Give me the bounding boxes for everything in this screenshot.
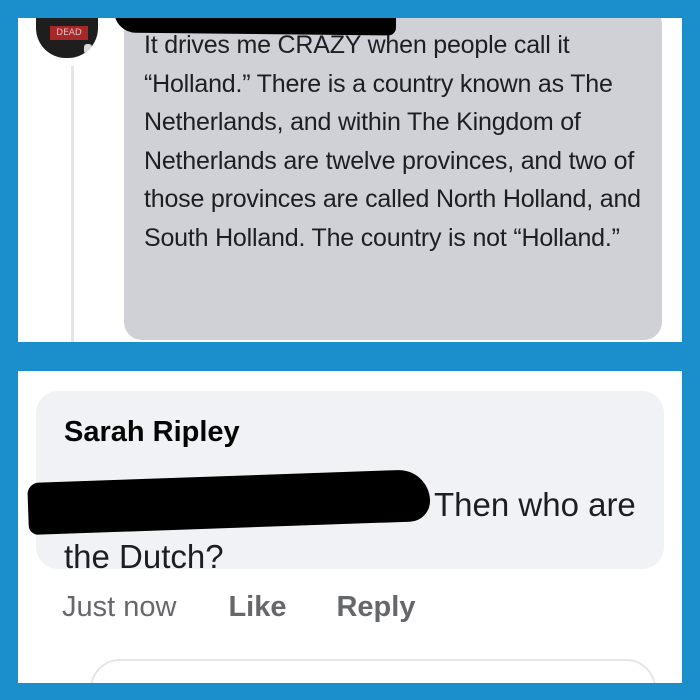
reply-bubble: Sarah Ripley Then who are the Dutch?: [27, 391, 664, 575]
reply-author-name[interactable]: Sarah Ripley: [64, 413, 640, 451]
like-button[interactable]: Like: [228, 591, 286, 624]
redaction-mark: [113, 18, 397, 36]
reply-button[interactable]: Reply: [336, 591, 415, 624]
comment-composer-input[interactable]: [90, 659, 656, 683]
top-comment-panel: DEAD It drives me CRAZY when people call…: [18, 18, 682, 342]
avatar-label: DEAD: [50, 26, 88, 40]
thread-line: [71, 66, 74, 342]
reply-actions: Just now Like Reply: [62, 585, 465, 629]
comment-bubble: It drives me CRAZY when people call it “…: [124, 18, 662, 340]
avatar-figure-icon: [84, 44, 92, 54]
reply-timestamp[interactable]: Just now: [62, 591, 176, 624]
reply-panel: Sarah Ripley Then who are the Dutch? Jus…: [18, 371, 682, 683]
reply-text: Then who are the Dutch?: [64, 486, 636, 575]
commenter-avatar[interactable]: DEAD: [36, 18, 98, 58]
screenshot-collage: DEAD It drives me CRAZY when people call…: [0, 0, 700, 700]
comment-text: It drives me CRAZY when people call it “…: [144, 31, 641, 252]
